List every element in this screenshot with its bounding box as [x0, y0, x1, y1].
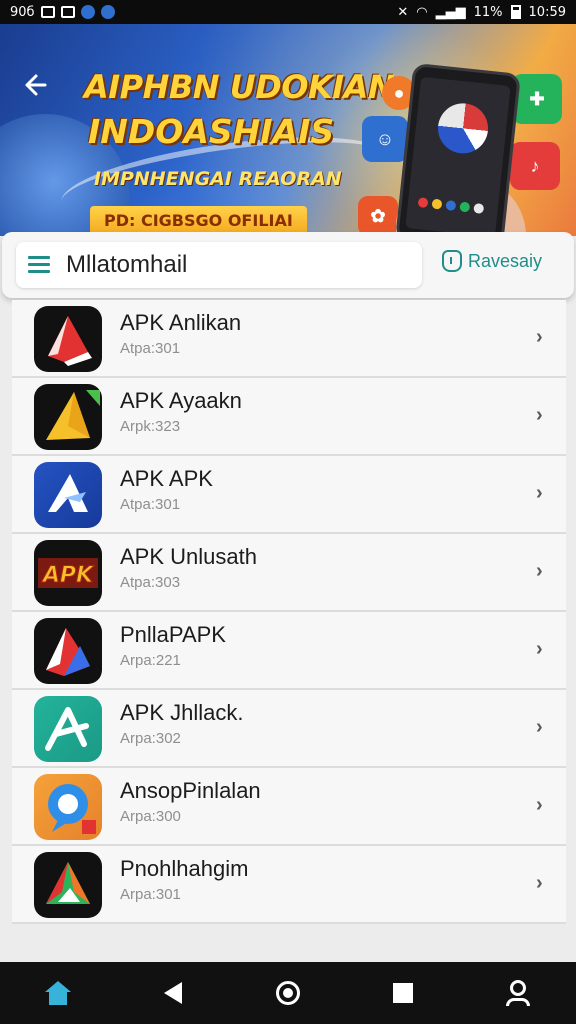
user-icon	[506, 980, 531, 1006]
banner-title: AIPHBN UDOKIAN	[84, 68, 395, 106]
app-icon-blue-a	[34, 462, 102, 528]
home-circle-icon	[275, 981, 300, 1005]
game-illustration-icon: ✚	[512, 74, 562, 124]
status-left-text: 90б	[10, 4, 35, 20]
app-icon-gold-triangle	[34, 384, 102, 450]
hamburger-menu-icon[interactable]	[28, 256, 50, 274]
home-icon	[44, 981, 71, 1005]
nav-profile-button[interactable]	[498, 973, 538, 1013]
app-name: PnllaPAPK	[120, 622, 226, 647]
back-triangle-icon	[163, 982, 182, 1004]
chevron-right-icon: ›	[536, 794, 543, 816]
chevron-right-icon: ›	[536, 872, 543, 894]
list-item[interactable]: APK APK Unlusath Atpa:303 ›	[12, 534, 566, 612]
app-meta: Atpa:301	[120, 496, 181, 513]
nav-home-circle-button[interactable]	[268, 973, 308, 1013]
list-item[interactable]: APK Anlikan Atpa:301 ›	[12, 300, 566, 378]
app-icon-multicolor-triangle	[34, 852, 102, 918]
chevron-right-icon: ›	[536, 716, 543, 738]
banner-pill[interactable]: PD: CIGBSGO OFILIAI	[90, 206, 307, 235]
status-time: 10:59	[528, 4, 566, 20]
chevron-right-icon: ›	[536, 404, 543, 426]
wifi-icon: ◠	[416, 4, 428, 20]
search-card: Ravesaiy	[2, 232, 574, 298]
phone-app-dots	[417, 197, 485, 214]
battery-icon	[510, 5, 521, 19]
app-meta: Atpa:301	[120, 340, 181, 357]
app-name: APK Anlikan	[120, 310, 242, 335]
app-icon-teal-a	[34, 696, 102, 762]
notification-icon	[60, 6, 75, 18]
app-name: APK Ayaakn	[120, 388, 242, 413]
app-icon-label: APK	[41, 563, 95, 588]
app-meta: Arpk:323	[120, 418, 181, 435]
chevron-right-icon: ›	[536, 326, 543, 348]
list-item[interactable]: PnllaPAPK Arpa:221 ›	[12, 612, 566, 690]
banner-tagline: IMPNHENGAI REAORAN	[94, 168, 342, 190]
app-icon-apk-text: APK	[34, 540, 102, 606]
app-notification-icon	[80, 5, 95, 19]
avatar-illustration-icon: ☺	[362, 116, 408, 162]
app-name: APK APK	[120, 466, 213, 491]
app-meta: Arpa:302	[120, 730, 181, 747]
app-name: APK Unlusath	[120, 544, 257, 569]
nav-back-button[interactable]	[153, 973, 193, 1013]
back-arrow-icon[interactable]	[22, 72, 50, 100]
chevron-right-icon: ›	[536, 638, 543, 660]
app-name: AnsopPinlalan	[120, 778, 261, 803]
app-icon-colorful-card	[34, 618, 102, 684]
banner-subtitle: INDOASHIAIS	[88, 112, 335, 151]
phone-illustration	[394, 62, 522, 236]
chat-notification-icon	[100, 5, 115, 19]
list-item[interactable]: AnsopPinlalan Arpa:300 ›	[12, 768, 566, 846]
hero-banner: AIPHBN UDOKIAN INDOASHIAIS IMPNHENGAI RE…	[0, 24, 576, 236]
app-icon-red-card	[34, 306, 102, 372]
music-illustration-icon: ♪	[510, 142, 560, 190]
battery-percent: 11%	[473, 4, 503, 20]
nav-recents-button[interactable]	[383, 973, 423, 1013]
recent-button[interactable]: Ravesaiy	[442, 250, 542, 272]
gallery-icon	[40, 6, 55, 18]
list-item[interactable]: APK Jhllack. Arpa:302 ›	[12, 690, 566, 768]
list-item[interactable]: APK APK Atpa:301 ›	[12, 456, 566, 534]
app-meta: Atpa:303	[120, 574, 181, 591]
app-icon-chat-bubble	[34, 774, 102, 840]
signal-icon: ▂▄▆	[435, 4, 466, 20]
app-meta: Arpa:221	[120, 652, 181, 669]
status-bar: 90б ✕ ◠ ▂▄▆ 11% 10:59	[0, 0, 576, 24]
sticker-illustration-icon: ✿	[358, 196, 398, 236]
status-left: 90б	[10, 5, 115, 20]
search-input[interactable]	[66, 250, 406, 280]
bottom-navigation	[0, 962, 576, 1024]
app-name: Pnohlhahgim	[120, 856, 249, 881]
app-list: APK Anlikan Atpa:301 › APK Ayaakn Arpk:3…	[12, 300, 566, 924]
app-name: APK Jhllack.	[120, 700, 244, 725]
nav-home-button[interactable]	[38, 973, 78, 1013]
list-item[interactable]: APK Ayaakn Arpk:323 ›	[12, 378, 566, 456]
chevron-right-icon: ›	[536, 482, 543, 504]
chevron-right-icon: ›	[536, 560, 543, 582]
recent-icon	[442, 250, 462, 272]
search-box[interactable]	[16, 242, 422, 288]
app-meta: Arpa:301	[120, 886, 181, 903]
status-right: ✕ ◠ ▂▄▆ 11% 10:59	[397, 5, 566, 20]
recent-button-label: Ravesaiy	[468, 250, 543, 271]
list-item[interactable]: Pnohlhahgim Arpa:301 ›	[12, 846, 566, 924]
app-meta: Arpa:300	[120, 808, 181, 825]
mute-icon: ✕	[397, 4, 409, 20]
recents-square-icon	[393, 983, 414, 1003]
disc-illustration	[435, 100, 491, 156]
